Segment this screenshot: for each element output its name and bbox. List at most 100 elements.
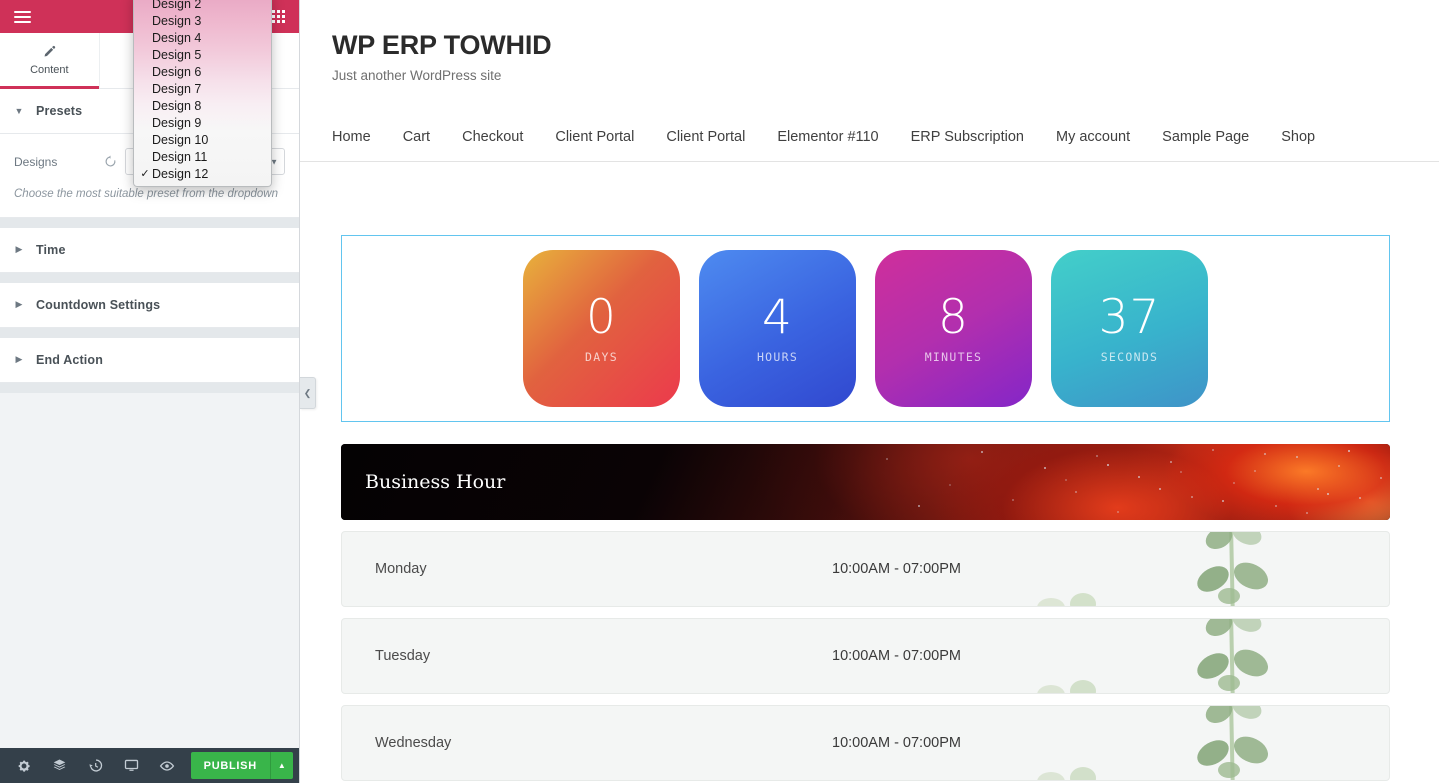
star-dot — [1296, 456, 1298, 458]
star-dot — [1138, 476, 1140, 478]
business-hour-row: Wednesday 10:00AM - 07:00PM — [341, 705, 1390, 781]
nav-divider — [300, 161, 1439, 162]
star-dot — [1180, 471, 1182, 473]
countdown-label: DAYS — [585, 350, 618, 364]
section-title-time: Time — [36, 243, 66, 257]
responsive-monitor-icon[interactable] — [113, 748, 149, 783]
dropdown-option[interactable]: ✓ Design 12 — [134, 165, 271, 182]
star-dot — [1222, 500, 1224, 502]
section-header-end-action[interactable]: ▶ End Action — [0, 338, 299, 383]
nav-link[interactable]: Client Portal — [650, 129, 761, 145]
countdown-label: HOURS — [757, 350, 798, 364]
designs-description: Choose the most suitable preset from the… — [14, 187, 285, 203]
dropdown-option-label: Design 4 — [152, 31, 201, 45]
business-hour-day: Monday — [342, 561, 832, 577]
nav-link[interactable]: Shop — [1265, 129, 1331, 145]
star-dot — [1191, 496, 1193, 498]
business-hour-time: 10:00AM - 07:00PM — [832, 648, 961, 664]
dropdown-option[interactable]: Design 2 — [134, 0, 271, 12]
site-title[interactable]: WP ERP TOWHID — [332, 30, 1407, 61]
dropdown-option[interactable]: Design 5 — [134, 46, 271, 63]
hamburger-line — [14, 11, 31, 13]
history-clock-icon[interactable] — [78, 748, 114, 783]
dropdown-option-label: Design 5 — [152, 48, 201, 62]
plant-watercolor-small-icon — [1029, 752, 1109, 781]
star-dot — [1306, 512, 1308, 514]
business-hour-day: Wednesday — [342, 735, 832, 751]
star-dot — [1065, 479, 1067, 481]
nav-link[interactable]: Elementor #110 — [761, 129, 894, 145]
dropdown-option-label: Design 9 — [152, 116, 201, 130]
star-dot — [1348, 450, 1350, 452]
business-hour-row: Tuesday 10:00AM - 07:00PM — [341, 618, 1390, 694]
dropdown-option[interactable]: Design 8 — [134, 97, 271, 114]
dropdown-option-label: Design 11 — [152, 150, 207, 164]
star-dot — [1212, 449, 1214, 451]
dropdown-option-label: Design 3 — [152, 14, 201, 28]
gear-settings-icon[interactable] — [6, 748, 42, 783]
business-hour-time: 10:00AM - 07:00PM — [832, 561, 961, 577]
star-dot — [1380, 477, 1382, 479]
countdown-tile: 4 HOURS — [699, 250, 856, 407]
countdown-widget-section[interactable]: 0 DAYS 4 HOURS 8 MINUTES 37 SECONDS — [341, 235, 1390, 422]
section-title-countdown-settings: Countdown Settings — [36, 298, 160, 312]
preview-canvas: WP ERP TOWHID Just another WordPress sit… — [300, 0, 1439, 783]
designs-label: Designs — [14, 155, 57, 169]
nav-link[interactable]: My account — [1040, 129, 1146, 145]
dropdown-option[interactable]: Design 4 — [134, 29, 271, 46]
dropdown-option[interactable]: Design 3 — [134, 12, 271, 29]
layers-navigator-icon[interactable] — [42, 748, 78, 783]
panel-footer-toolbar: PUBLISH ▲ — [0, 748, 299, 783]
caret-right-icon: ▶ — [14, 299, 24, 310]
section-divider — [0, 273, 299, 283]
dropdown-option-label: Design 2 — [152, 0, 201, 11]
star-dot — [918, 505, 920, 507]
section-header-time[interactable]: ▶ Time — [0, 228, 299, 273]
caret-right-icon: ▶ — [14, 244, 24, 255]
countdown-label: SECONDS — [1101, 350, 1159, 364]
panel-collapse-handle[interactable]: ❮ — [300, 377, 316, 409]
plant-watercolor-icon — [1171, 705, 1291, 781]
business-hour-row: Monday 10:00AM - 07:00PM — [341, 531, 1390, 607]
star-dot — [1170, 461, 1172, 463]
preview-eye-icon[interactable] — [149, 748, 185, 783]
dropdown-option[interactable]: Design 9 — [134, 114, 271, 131]
business-hour-rows: Monday 10:00AM - 07:00PM Tuesday 10:00AM -… — [341, 531, 1390, 781]
star-dot — [1075, 491, 1077, 493]
nav-link[interactable]: Sample Page — [1146, 129, 1265, 145]
tab-content[interactable]: Content — [0, 33, 100, 88]
star-dot — [1359, 497, 1361, 499]
dropdown-option[interactable]: Design 11 — [134, 148, 271, 165]
star-dot — [1264, 453, 1266, 455]
nav-link[interactable]: Checkout — [446, 129, 539, 145]
countdown-tile: 37 SECONDS — [1051, 250, 1208, 407]
business-hour-header: Business Hour — [341, 444, 1390, 520]
section-title-end-action: End Action — [36, 353, 103, 367]
caret-right-icon: ▶ — [14, 354, 24, 365]
dropdown-option[interactable]: Design 6 — [134, 63, 271, 80]
nav-link[interactable]: Client Portal — [539, 129, 650, 145]
nav-link[interactable]: ERP Subscription — [895, 129, 1040, 145]
reset-refresh-icon[interactable] — [104, 155, 117, 168]
publish-button[interactable]: PUBLISH — [191, 752, 270, 779]
section-header-countdown-settings[interactable]: ▶ Countdown Settings — [0, 283, 299, 328]
dropdown-option-label: Design 8 — [152, 99, 201, 113]
designs-dropdown-list[interactable]: Design 2 Design 3 Design 4 Design 5 Design 6… — [133, 0, 272, 187]
site-nav: Home Cart Checkout Client Portal Client Port… — [300, 113, 1439, 161]
dropdown-option[interactable]: Design 7 — [134, 80, 271, 97]
plant-watercolor-icon — [1171, 618, 1291, 694]
caret-down-icon: ▼ — [14, 106, 24, 116]
hamburger-icon[interactable] — [0, 0, 44, 33]
nav-link[interactable]: Cart — [387, 129, 446, 145]
hamburger-line — [14, 21, 31, 23]
star-dot — [1254, 470, 1256, 472]
star-dot — [1107, 464, 1109, 466]
nav-link[interactable]: Home — [332, 129, 387, 145]
elementor-editor-window: Edit Content ▼ Presets — [0, 0, 1439, 783]
section-divider — [0, 218, 299, 228]
section-title-presets: Presets — [36, 104, 82, 118]
publish-options-caret-icon[interactable]: ▲ — [270, 752, 293, 779]
countdown-tile: 8 MINUTES — [875, 250, 1032, 407]
business-hour-heading: Business Hour — [341, 471, 505, 493]
dropdown-option[interactable]: Design 10 — [134, 131, 271, 148]
